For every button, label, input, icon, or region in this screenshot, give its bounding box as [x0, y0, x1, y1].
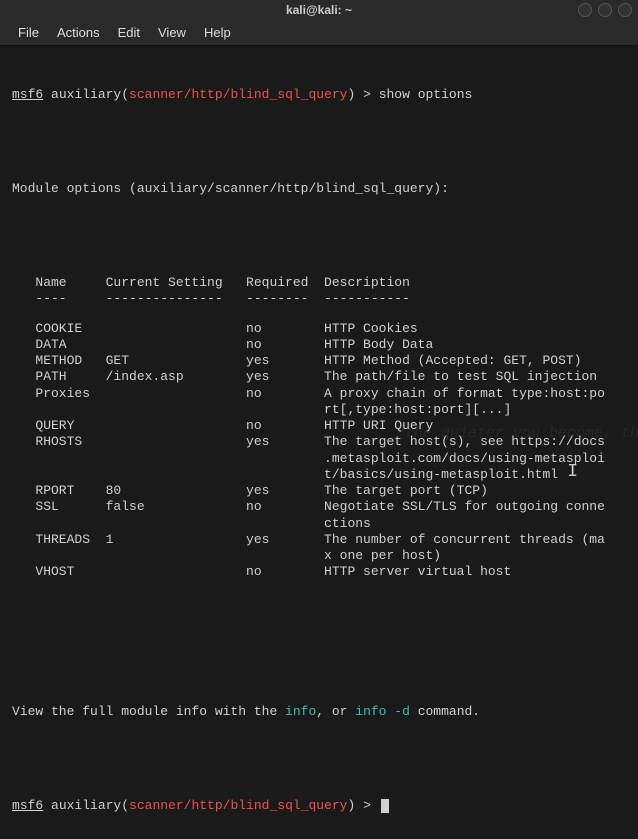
close-button[interactable]: [618, 3, 632, 17]
table-row: QUERY no HTTP URI Query: [12, 418, 626, 434]
table-row: DATA no HTTP Body Data: [12, 337, 626, 353]
table-row: PATH /index.asp yes The path/file to tes…: [12, 369, 626, 385]
table-row-wrap: x one per host): [12, 548, 626, 564]
table-row-wrap: t/basics/using-metasploit.html: [12, 467, 626, 483]
minimize-button[interactable]: [578, 3, 592, 17]
table-row-wrap: .metasploit.com/docs/using-metasploi: [12, 451, 626, 467]
options-table: Name Current Setting Required Descriptio…: [12, 275, 626, 581]
prompt-msf: msf6: [12, 87, 43, 102]
table-row: METHOD GET yes HTTP Method (Accepted: GE…: [12, 353, 626, 369]
cursor: [381, 799, 389, 813]
prompt-line-1: msf6 auxiliary(scanner/http/blind_sql_qu…: [12, 87, 626, 103]
menu-file[interactable]: File: [18, 25, 39, 40]
menu-edit[interactable]: Edit: [118, 25, 140, 40]
menu-actions[interactable]: Actions: [57, 25, 100, 40]
prompt-module: scanner/http/blind_sql_query: [129, 87, 347, 102]
table-row: RHOSTS yes The target host(s), see https…: [12, 434, 626, 450]
table-row: THREADS 1 yes The number of concurrent t…: [12, 532, 626, 548]
table-row-wrap: ctions: [12, 516, 626, 532]
module-options-header: Module options (auxiliary/scanner/http/b…: [12, 181, 626, 197]
title-bar: kali@kali: ~: [0, 0, 638, 20]
table-row: RPORT 80 yes The target port (TCP): [12, 483, 626, 499]
table-row: COOKIE no HTTP Cookies: [12, 321, 626, 337]
menu-help[interactable]: Help: [204, 25, 231, 40]
table-header-underline: ---- --------------- -------- ----------…: [12, 291, 626, 307]
menu-bar: File Actions Edit View Help: [0, 20, 638, 46]
window-title: kali@kali: ~: [286, 3, 352, 17]
footer-line: View the full module info with the info,…: [12, 704, 626, 720]
table-row: SSL false no Negotiate SSL/TLS for outgo…: [12, 499, 626, 515]
table-row-wrap: rt[,type:host:port][...]: [12, 402, 626, 418]
table-row: Proxies no A proxy chain of format type:…: [12, 386, 626, 402]
command-1: show options: [379, 87, 473, 102]
table-row: VHOST no HTTP server virtual host: [12, 564, 626, 580]
table-header: Name Current Setting Required Descriptio…: [12, 275, 626, 291]
window-controls: [578, 3, 632, 17]
prompt-line-2: msf6 auxiliary(scanner/http/blind_sql_qu…: [12, 798, 626, 814]
terminal[interactable]: msf6 auxiliary(scanner/http/blind_sql_qu…: [0, 46, 638, 839]
maximize-button[interactable]: [598, 3, 612, 17]
menu-view[interactable]: View: [158, 25, 186, 40]
